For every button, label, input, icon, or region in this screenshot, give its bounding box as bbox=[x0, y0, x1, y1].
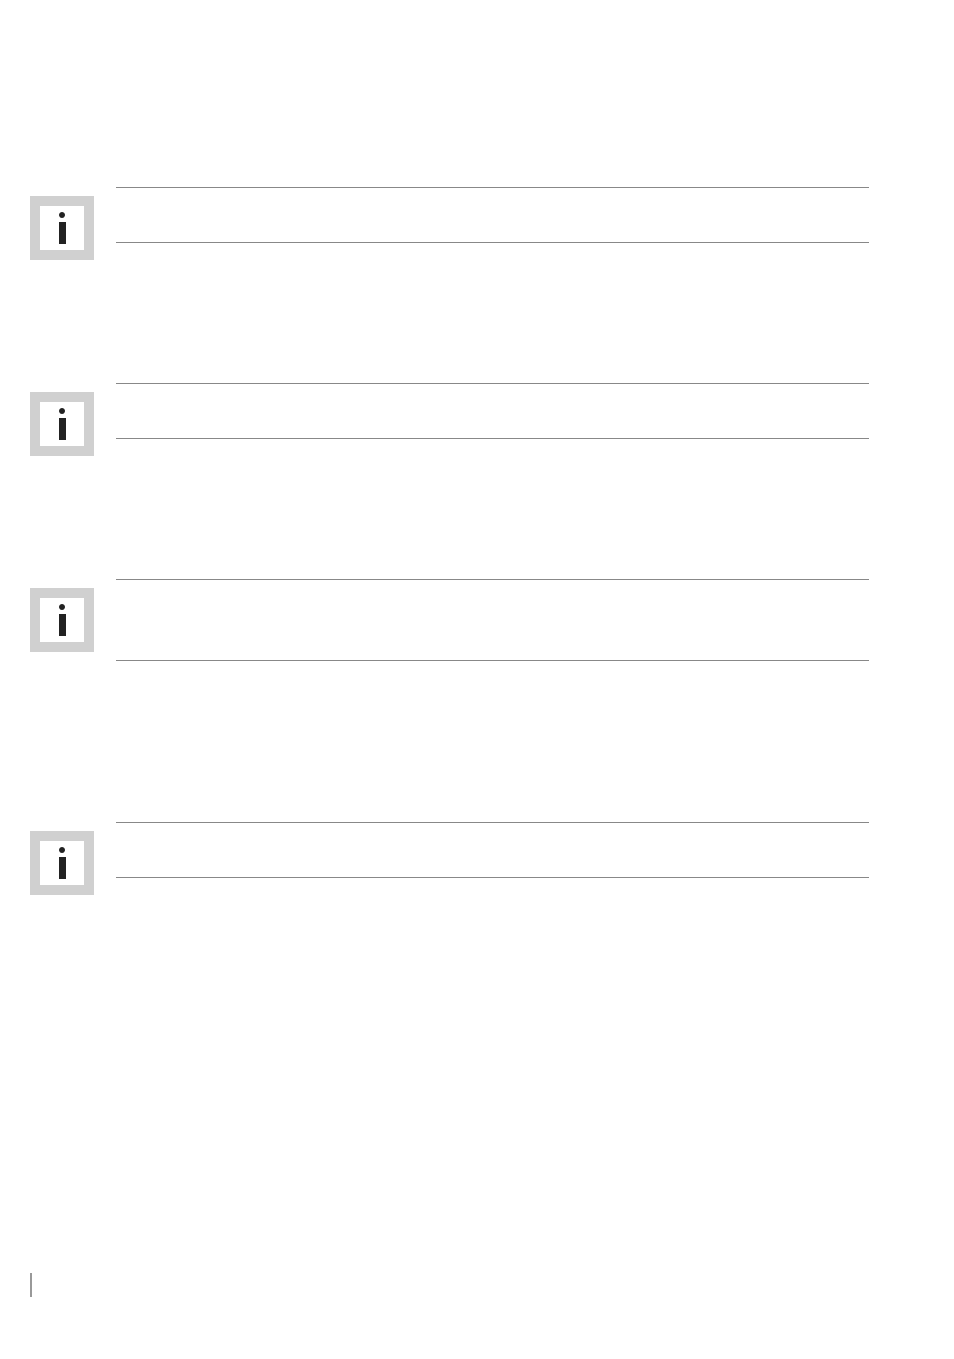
divider-line bbox=[116, 383, 869, 384]
info-icon-stem bbox=[59, 857, 66, 879]
info-icon-bg bbox=[40, 841, 84, 885]
divider-line bbox=[116, 242, 869, 243]
info-icon-frame bbox=[30, 392, 94, 456]
divider-line bbox=[116, 438, 869, 439]
info-icon-stem bbox=[59, 614, 66, 636]
info-icon bbox=[59, 212, 66, 244]
info-icon-dot bbox=[59, 604, 65, 610]
info-icon-bg bbox=[40, 598, 84, 642]
info-icon-frame bbox=[30, 831, 94, 895]
divider-line bbox=[116, 822, 869, 823]
divider-line bbox=[116, 660, 869, 661]
divider-line bbox=[116, 187, 869, 188]
info-icon-stem bbox=[59, 418, 66, 440]
info-icon-dot bbox=[59, 212, 65, 218]
info-icon-frame bbox=[30, 588, 94, 652]
info-icon bbox=[59, 604, 66, 636]
info-icon bbox=[59, 408, 66, 440]
info-icon-dot bbox=[59, 847, 65, 853]
info-icon-dot bbox=[59, 408, 65, 414]
footer-mark bbox=[30, 1273, 32, 1297]
divider-line bbox=[116, 579, 869, 580]
info-icon bbox=[59, 847, 66, 879]
info-icon-stem bbox=[59, 222, 66, 244]
divider-line bbox=[116, 877, 869, 878]
info-icon-bg bbox=[40, 206, 84, 250]
info-icon-bg bbox=[40, 402, 84, 446]
info-icon-frame bbox=[30, 196, 94, 260]
